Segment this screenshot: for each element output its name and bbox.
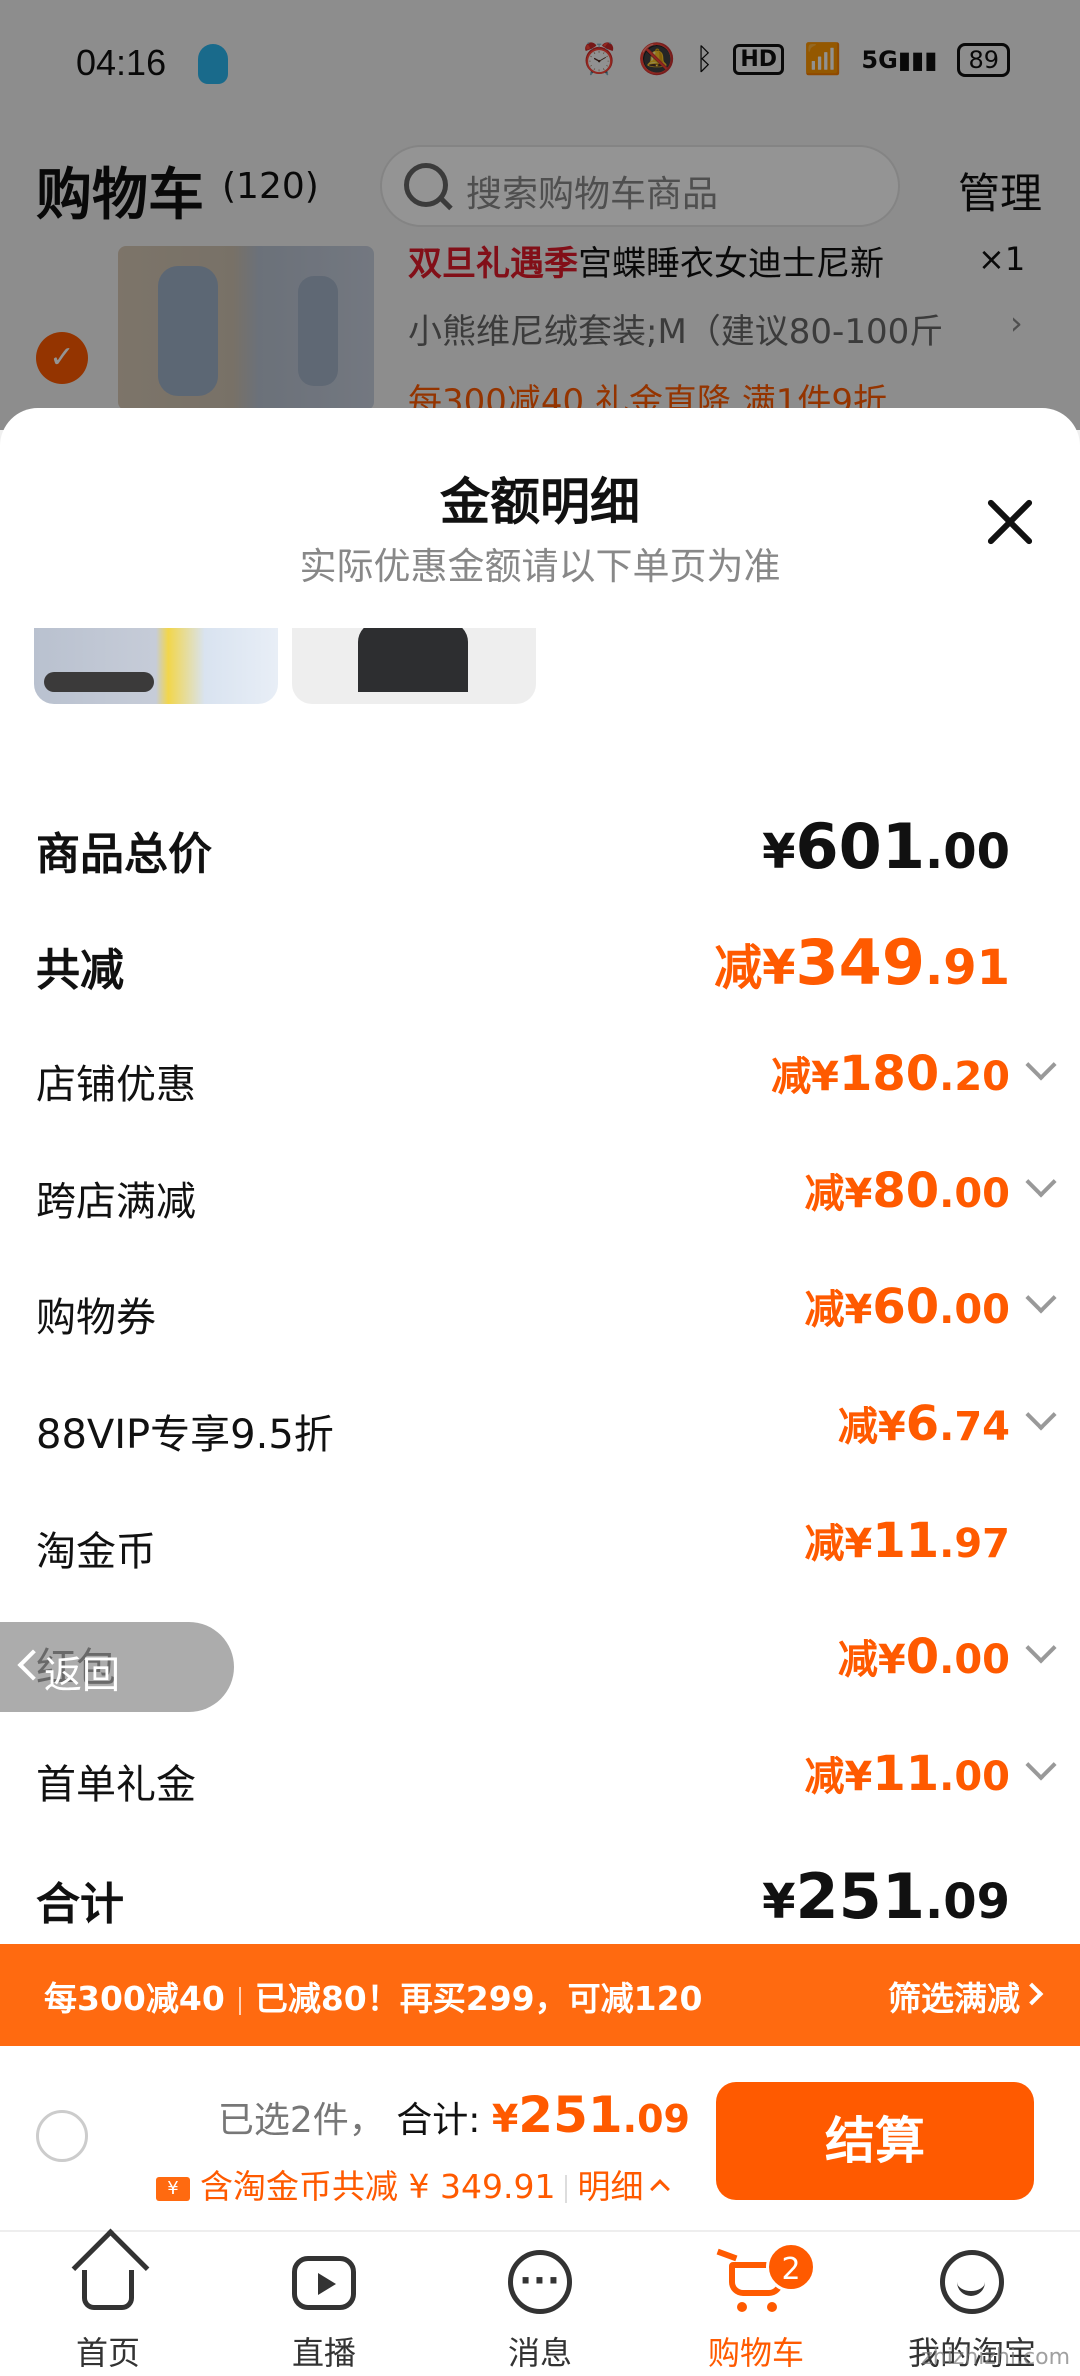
tab-home[interactable]: 首页: [0, 2242, 216, 2372]
chevron-down-icon[interactable]: [1025, 1049, 1057, 1081]
row-label: 合计: [36, 1879, 124, 1930]
chevron-down-icon[interactable]: [1025, 1282, 1057, 1314]
tab-label: 购物车: [707, 2334, 804, 2372]
row-label: 共减: [36, 945, 124, 996]
back-button[interactable]: 返回: [0, 1622, 234, 1712]
chevron-right-icon: [1020, 1982, 1044, 2006]
row-amount: ¥251.09: [762, 1860, 1010, 1933]
row-cross-store-discount[interactable]: 跨店满减 减¥80.00: [36, 1155, 1057, 1235]
row-amount: 减¥11.97: [804, 1513, 1011, 1569]
row-amount: 减¥60.00: [804, 1279, 1011, 1335]
message-icon: [508, 2250, 572, 2314]
total-price: ¥251.09: [491, 2086, 690, 2144]
profile-icon: [940, 2250, 1004, 2314]
amount-detail-sheet: 金额明细 实际优惠金额请以下单页为准 商品总价 ¥601.00 共减 减¥349…: [0, 408, 1080, 1944]
product-thumbnail: [292, 628, 536, 704]
discount-text: 含淘金币共减 ¥ 349.91: [200, 2167, 556, 2206]
tab-label: 首页: [75, 2334, 140, 2372]
row-label: 商品总价: [36, 829, 212, 880]
row-taobao-coins: 淘金币 减¥11.97: [36, 1505, 1044, 1585]
live-icon: [292, 2256, 356, 2310]
divider: [238, 1986, 241, 2015]
home-icon: [82, 2270, 134, 2310]
close-icon[interactable]: [986, 498, 1034, 546]
row-total-discount: 共减 减¥349.91: [36, 920, 1044, 1000]
checkout-summary: 已选2件， 合计: ¥251.09: [218, 2086, 690, 2144]
row-store-discount[interactable]: 店铺优惠 减¥180.20: [36, 1038, 1057, 1118]
discount-summary[interactable]: ¥ 含淘金币共减 ¥ 349.91 明细: [156, 2160, 671, 2208]
cart-badge: 2: [766, 2242, 816, 2292]
sheet-title: 金额明细: [440, 473, 640, 531]
select-all-checkbox[interactable]: [36, 2110, 88, 2162]
checkout-bar: 已选2件， 合计: ¥251.09 ¥ 含淘金币共减 ¥ 349.91 明细 结算: [0, 2046, 1080, 2232]
checkout-button[interactable]: 结算: [716, 2082, 1034, 2200]
row-label: 首单礼金: [36, 1762, 196, 1808]
row-amount: 减¥11.00: [804, 1746, 1011, 1802]
row-amount: ¥601.00: [762, 810, 1010, 883]
product-thumbnails: [34, 628, 1074, 704]
chevron-down-icon[interactable]: [1025, 1749, 1057, 1781]
promo-bar: 每300减40 已减80！再买299，可减120 筛选满减: [0, 1944, 1080, 2046]
row-label: 跨店满减: [36, 1179, 196, 1225]
coupon-icon: ¥: [156, 2176, 190, 2201]
bottom-tab-bar: 首页 直播 消息 2 购物车 我的淘宝 zhizhizhi.com: [0, 2232, 1080, 2376]
watermark: zhizhizhi.com: [921, 2345, 1070, 2370]
chevron-up-icon: [650, 2178, 671, 2199]
product-thumbnail: [34, 628, 278, 704]
row-88vip-discount[interactable]: 88VIP专享9.5折 减¥6.74: [36, 1388, 1057, 1468]
row-label: 店铺优惠: [36, 1062, 196, 1108]
row-grand-total: 合计 ¥251.09: [36, 1854, 1044, 1934]
row-label: 88VIP专享9.5折: [36, 1412, 334, 1458]
tab-label: 直播: [291, 2334, 356, 2372]
chevron-down-icon[interactable]: [1025, 1399, 1057, 1431]
row-first-order-gift[interactable]: 首单礼金 减¥11.00: [36, 1738, 1057, 1818]
row-label: 淘金币: [36, 1529, 156, 1575]
total-label: 合计:: [396, 2100, 481, 2141]
filter-discount-link[interactable]: 筛选满减: [888, 1972, 1020, 2020]
row-total-price: 商品总价 ¥601.00: [36, 804, 1044, 884]
promo-text: 每300减40 已减80！再买299，可减120: [44, 1979, 703, 2018]
chevron-down-icon[interactable]: [1025, 1632, 1057, 1664]
tab-live[interactable]: 直播: [216, 2242, 432, 2372]
row-shopping-voucher[interactable]: 购物券 减¥60.00: [36, 1271, 1057, 1351]
tab-label: 消息: [507, 2334, 572, 2372]
row-amount: 减¥80.00: [804, 1163, 1011, 1219]
detail-toggle[interactable]: 明细: [577, 2167, 643, 2206]
modal-overlay[interactable]: [0, 0, 1080, 430]
chevron-down-icon[interactable]: [1025, 1166, 1057, 1198]
divider: [565, 2174, 568, 2203]
back-label: 返回: [44, 1653, 121, 1697]
row-label: 购物券: [36, 1295, 156, 1341]
tab-cart[interactable]: 2 购物车: [648, 2242, 864, 2372]
selected-count: 已选2件，: [217, 2100, 385, 2141]
row-amount: 减¥180.20: [771, 1046, 1010, 1102]
row-amount: 减¥6.74: [837, 1396, 1010, 1452]
sheet-subtitle: 实际优惠金额请以下单页为准: [299, 545, 781, 588]
row-amount: 减¥349.91: [714, 926, 1010, 999]
row-amount: 减¥0.00: [837, 1629, 1010, 1685]
tab-messages[interactable]: 消息: [432, 2242, 648, 2372]
